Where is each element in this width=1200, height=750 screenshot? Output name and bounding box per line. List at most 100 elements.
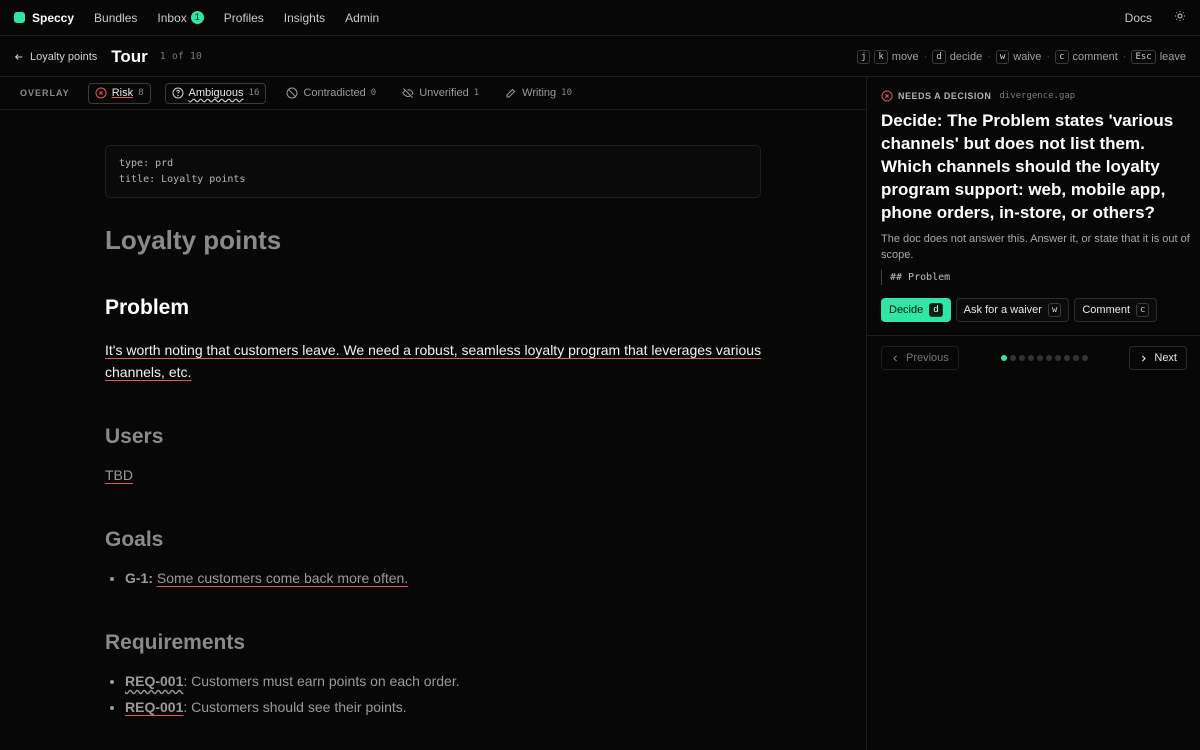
step-dot[interactable] xyxy=(1045,355,1052,361)
requirement-text: : Customers should see their points. xyxy=(183,699,407,715)
comment-button[interactable]: Comment c xyxy=(1074,298,1158,322)
top-nav: Speccy Bundles Inbox 1 Profiles Insights… xyxy=(0,0,1200,36)
chip-count-contradicted: 0 xyxy=(370,88,377,98)
overlay-bar: OVERLAY Risk 8 Ambiguous 16 Contradicted… xyxy=(0,77,866,110)
waiver-button[interactable]: Ask for a waiver w xyxy=(955,298,1070,322)
brand-name: Speccy xyxy=(32,10,75,25)
step-dot[interactable] xyxy=(1072,355,1079,361)
sun-icon[interactable] xyxy=(1174,10,1186,25)
kbd-j: j xyxy=(856,49,871,64)
users-text[interactable]: TBD xyxy=(105,464,133,486)
status-label: NEEDS A DECISION xyxy=(898,91,992,101)
chip-label-unverified: Unverified xyxy=(419,87,469,99)
step-dot[interactable] xyxy=(1018,355,1025,361)
eye-off-icon xyxy=(402,88,414,98)
problem-text-flagged[interactable]: It's worth noting that customers leave. … xyxy=(105,342,761,380)
overlay-label: OVERLAY xyxy=(20,88,70,98)
step-dot[interactable] xyxy=(1036,355,1043,361)
kbd-c: c xyxy=(1055,49,1069,64)
goals-list: G-1: Some customers come back more often… xyxy=(125,565,408,591)
section-heading-users: Users xyxy=(105,425,164,448)
tour-count: 1 of 10 xyxy=(159,51,202,62)
goal-text[interactable]: Some customers come back more often. xyxy=(157,570,408,586)
overlay-chip-writing[interactable]: Writing 10 xyxy=(499,83,578,104)
doc-title: Loyalty points xyxy=(105,225,282,255)
chevron-left-icon xyxy=(893,354,898,362)
nav-inbox-label: Inbox xyxy=(157,10,187,25)
waiver-button-kbd: w xyxy=(1047,303,1062,317)
nav-profiles[interactable]: Profiles xyxy=(224,11,264,25)
pencil-icon xyxy=(506,88,516,98)
inbox-count-badge: 1 xyxy=(190,11,204,24)
step-dot[interactable] xyxy=(1027,355,1034,361)
chip-count-risk: 8 xyxy=(138,88,144,98)
section-heading-goals: Goals xyxy=(105,528,164,551)
nav-insights[interactable]: Insights xyxy=(284,11,325,25)
tour-pager: Previous Next xyxy=(881,346,1187,370)
requirement-id[interactable]: REQ-001 xyxy=(125,699,183,715)
overlay-chip-unverified[interactable]: Unverified 1 xyxy=(396,83,485,104)
comment-button-label: Comment xyxy=(1082,304,1131,316)
decision-panel: NEEDS A DECISION divergence.gap Decide: … xyxy=(866,77,1200,750)
section-heading-requirements: Requirements xyxy=(105,631,246,654)
step-dot[interactable] xyxy=(1081,355,1088,361)
shortcut-waive: waive xyxy=(1013,50,1042,63)
waiver-button-label: Ask for a waiver xyxy=(963,304,1042,316)
section-reference[interactable]: ## Problem xyxy=(881,270,950,285)
chip-label-risk: Risk xyxy=(111,87,134,99)
chip-count-unverified: 1 xyxy=(473,88,480,98)
requirement-id[interactable]: REQ-001 xyxy=(125,673,183,689)
step-dot[interactable] xyxy=(1009,355,1016,361)
decision-question: Decide: The Problem states 'various chan… xyxy=(881,111,1174,222)
step-dot[interactable] xyxy=(1054,355,1061,361)
decide-button-kbd: d xyxy=(929,303,943,317)
requirement-item: REQ-001: Customers must earn points on e… xyxy=(125,668,460,694)
goal-id: G-1: xyxy=(125,570,153,586)
shortcut-move: move xyxy=(891,50,919,63)
brand-icon xyxy=(14,12,25,23)
question-circle-icon xyxy=(172,87,183,99)
panel-divider xyxy=(867,335,1200,336)
overlay-chip-ambiguous[interactable]: Ambiguous 16 xyxy=(164,82,267,104)
problem-text[interactable]: It's worth noting that customers leave. … xyxy=(105,339,765,383)
back-link[interactable]: Loyalty points xyxy=(14,51,97,63)
shortcut-comment: comment xyxy=(1072,50,1118,63)
overlay-chip-contradicted[interactable]: Contradicted 0 xyxy=(280,83,382,104)
decide-button-label: Decide xyxy=(889,304,924,316)
goal-item: G-1: Some customers come back more often… xyxy=(125,565,408,591)
frontmatter-line: title: Loyalty points xyxy=(119,174,246,185)
x-circle-icon xyxy=(881,90,893,102)
nav-admin[interactable]: Admin xyxy=(345,11,379,25)
chip-count-writing: 10 xyxy=(561,88,573,98)
step-dot[interactable] xyxy=(1063,355,1070,361)
chip-label-ambiguous: Ambiguous xyxy=(188,87,244,99)
chevron-right-icon xyxy=(1142,354,1147,362)
step-indicator xyxy=(1000,355,1088,361)
nav-inbox[interactable]: Inbox 1 xyxy=(157,10,204,25)
decision-hint: The doc does not answer this. Answer it,… xyxy=(881,233,1190,261)
page-title: Tour xyxy=(111,46,148,66)
users-text-flagged[interactable]: TBD xyxy=(105,467,133,483)
section-heading-problem: Problem xyxy=(105,296,190,319)
tour-bar: Loyalty points Tour 1 of 10 j k move · d… xyxy=(0,37,1200,77)
decide-button[interactable]: Decide d xyxy=(881,298,951,322)
back-link-label: Loyalty points xyxy=(30,50,98,63)
issue-code: divergence.gap xyxy=(999,91,1076,101)
brand-logo[interactable]: Speccy xyxy=(14,11,74,25)
kbd-d: d xyxy=(932,49,946,64)
shortcut-decide: decide xyxy=(949,50,983,63)
chip-count-ambiguous: 16 xyxy=(248,88,260,98)
ban-icon xyxy=(286,87,298,99)
nav-docs[interactable]: Docs xyxy=(1125,11,1152,25)
chip-label-writing: Writing xyxy=(522,87,557,99)
previous-button-label: Previous xyxy=(906,352,949,364)
requirements-list: REQ-001: Customers must earn points on e… xyxy=(125,668,460,720)
overlay-chip-risk[interactable]: Risk 8 xyxy=(87,82,151,104)
step-dot[interactable] xyxy=(1000,355,1007,361)
status-badge: NEEDS A DECISION divergence.gap xyxy=(881,90,1075,102)
previous-button[interactable]: Previous xyxy=(881,346,959,370)
next-button[interactable]: Next xyxy=(1129,346,1187,370)
document: type: prd title: Loyalty points Loyalty … xyxy=(105,145,761,715)
nav-bundles[interactable]: Bundles xyxy=(94,11,137,25)
requirement-item: REQ-001: Customers should see their poin… xyxy=(125,694,460,720)
